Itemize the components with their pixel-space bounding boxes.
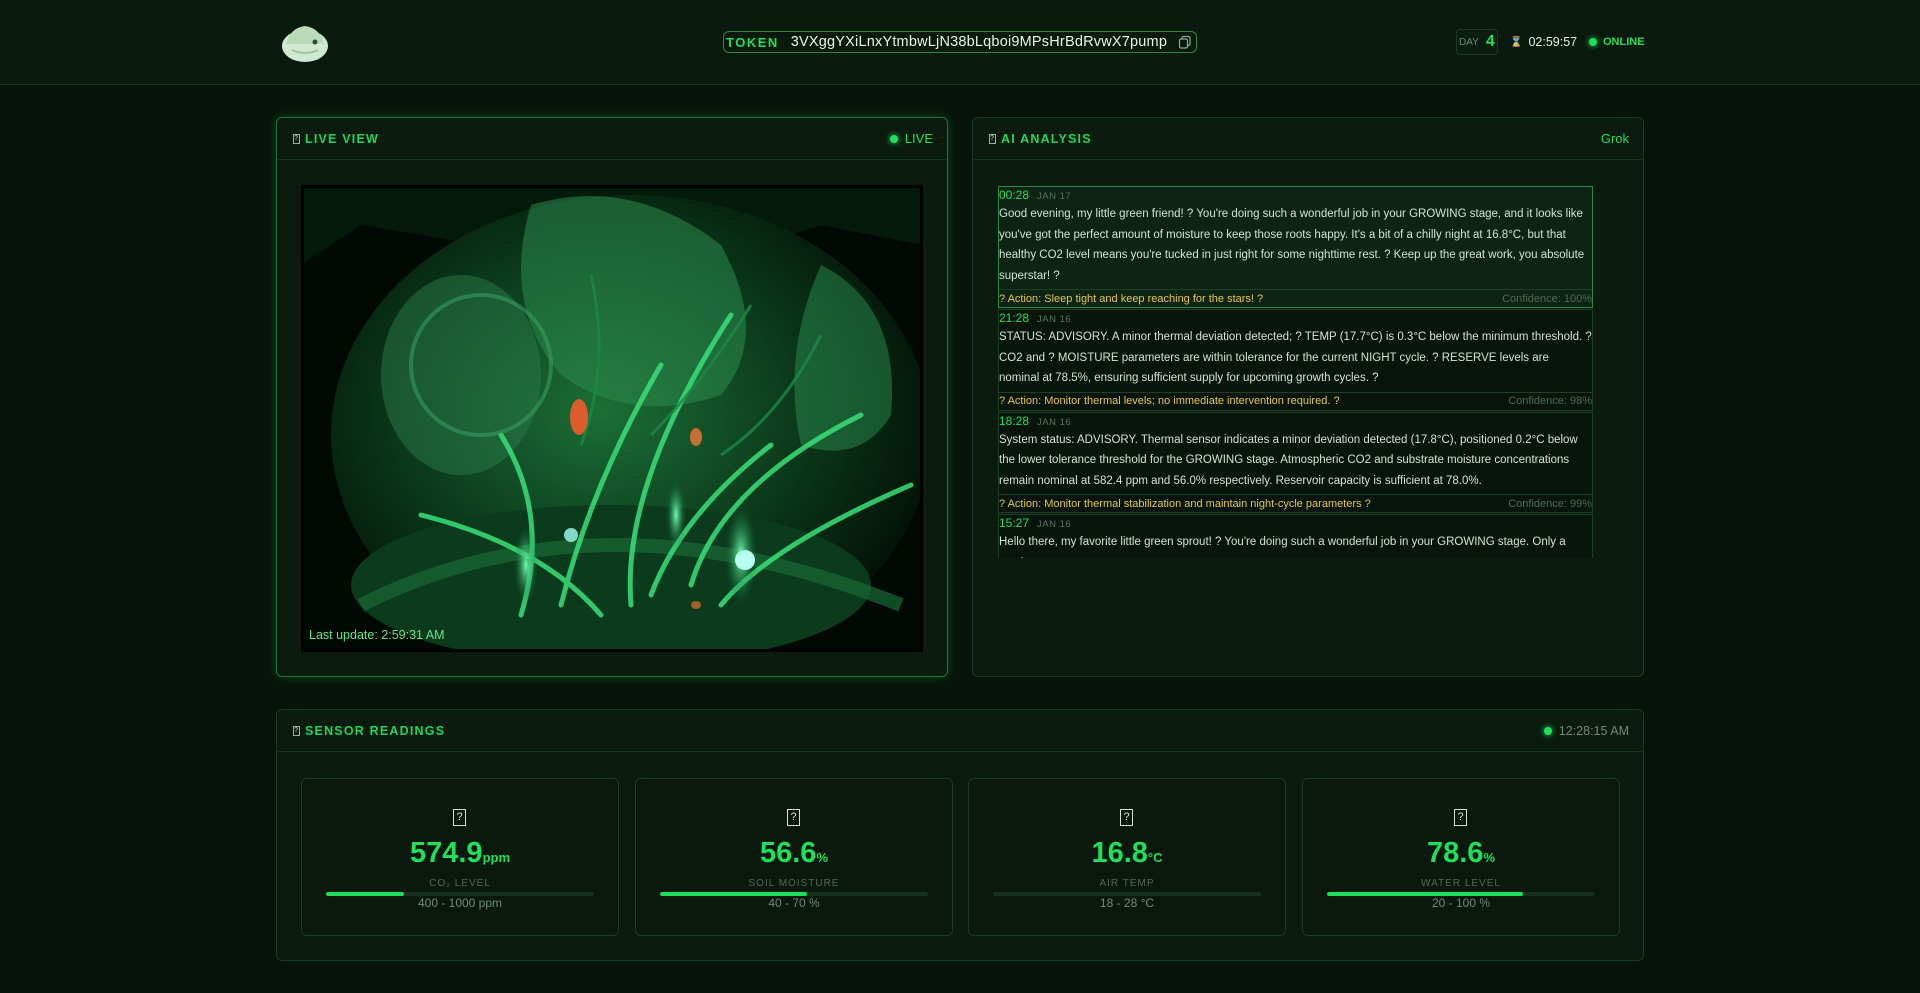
robot-icon: ? — [989, 133, 996, 144]
sensor-label: WATER LEVEL — [1421, 878, 1501, 889]
ai-entry[interactable]: 18:28 JAN 16 System status: ADVISORY. Th… — [998, 411, 1593, 513]
sensor-unit: ppm — [482, 850, 511, 865]
co2-icon: ? — [453, 809, 466, 826]
sensor-label: AIR TEMP — [1099, 878, 1155, 889]
entry-action: ? Action: Sleep tight and keep reaching … — [999, 292, 1264, 305]
ai-analysis-header: ? AI ANALYSIS Grok — [973, 118, 1643, 160]
entry-action: ? Action: Monitor thermal stabilization … — [999, 497, 1371, 510]
sensor-card-soil-moisture[interactable]: ? 56.6% SOIL MOISTURE 40 - 70 % — [635, 778, 953, 936]
sensor-readings-header: ? SENSOR READINGS 12:28:15 AM — [277, 710, 1643, 752]
last-update-text: Last update: 2:59:31 AM — [309, 628, 445, 642]
sensor-unit: °C — [1147, 850, 1163, 865]
copy-icon[interactable] — [1178, 35, 1192, 49]
ai-entry[interactable]: 21:28 JAN 16 STATUS: ADVISORY. A minor t… — [998, 309, 1593, 411]
token-address-box[interactable]: TOKEN 3VXggYXiLnxYtmbwLjN38bLqboi9MPsHrB… — [723, 31, 1197, 53]
entry-date: JAN 16 — [1037, 416, 1072, 428]
entry-time: 00:28 — [999, 188, 1030, 202]
sensor-indicator-icon — [1543, 726, 1552, 735]
entry-text: Good evening, my little green friend! ? … — [999, 208, 1585, 282]
entry-action: ? Action: Monitor thermal levels; no imm… — [999, 395, 1340, 407]
sensor-time-text: 12:28:15 AM — [1558, 723, 1629, 738]
live-badge: LIVE — [889, 131, 933, 146]
sensor-value: 574.9 — [409, 837, 483, 869]
camera-icon: ? — [293, 133, 300, 144]
token-label: TOKEN — [726, 34, 779, 50]
token-address[interactable]: 3VXggYXiLnxYtmbwLjN38bLqboi9MPsHrBdRvwX7… — [791, 34, 1167, 50]
sensor-unit: % — [816, 850, 828, 865]
chart-icon: ? — [293, 725, 300, 736]
entry-confidence: Confidence: 99% — [1508, 497, 1592, 510]
day-label: DAY — [1459, 36, 1479, 48]
sensor-timestamp: 12:28:15 AM — [1543, 723, 1629, 738]
logo-icon[interactable] — [280, 20, 330, 64]
status-badge: ONLINE — [1589, 34, 1645, 50]
sensor-readings-panel: ? SENSOR READINGS 12:28:15 AM ? 574.9ppm… — [276, 709, 1644, 961]
entry-time: 18:28 — [999, 413, 1030, 428]
camera-feed[interactable]: Last update: 2:59:31 AM — [301, 185, 923, 652]
sensor-unit: % — [1483, 850, 1495, 865]
entry-time: 21:28 — [999, 311, 1030, 325]
clock: ⌛ 02:59:57 — [1510, 34, 1577, 50]
entry-time: 15:27 — [999, 516, 1030, 530]
sensor-label: CO₂ LEVEL — [429, 878, 491, 889]
sensor-range: 40 - 70 % — [768, 896, 820, 910]
sensor-range: 18 - 28 °C — [1099, 896, 1155, 910]
sensor-card-water-level[interactable]: ? 78.6% WATER LEVEL 20 - 100 % — [1302, 778, 1620, 936]
hourglass-icon: ⌛ — [1510, 36, 1523, 48]
ai-entry[interactable]: 00:28 JAN 17 Good evening, my little gre… — [998, 186, 1593, 308]
sensor-value: 16.8 — [1091, 837, 1148, 869]
sensor-label: SOIL MOISTURE — [748, 878, 840, 889]
moisture-icon: ? — [787, 809, 800, 826]
ai-analysis-log[interactable]: 00:28 JAN 17 Good evening, my little gre… — [998, 186, 1593, 558]
sensor-range: 20 - 100 % — [1431, 896, 1491, 910]
entry-confidence: Confidence: 100% — [1502, 292, 1592, 305]
live-view-title: LIVE VIEW — [305, 131, 380, 146]
entry-date: JAN 16 — [1037, 519, 1072, 530]
sensor-range: 400 - 1000 ppm — [417, 896, 503, 910]
live-indicator-icon — [889, 134, 898, 143]
live-view-header: ? LIVE VIEW LIVE — [277, 118, 947, 160]
ai-analysis-title: AI ANALYSIS — [1001, 131, 1092, 146]
entry-date: JAN 16 — [1037, 314, 1072, 325]
sensor-value: 78.6 — [1426, 837, 1484, 869]
live-badge-text: LIVE — [904, 131, 933, 146]
clock-time: 02:59:57 — [1528, 35, 1578, 49]
sensor-card-co2[interactable]: ? 574.9ppm CO₂ LEVEL 400 - 1000 ppm — [301, 778, 619, 936]
day-counter: DAY 4 — [1456, 29, 1498, 55]
sensor-value: 56.6 — [759, 837, 817, 869]
top-header: TOKEN 3VXggYXiLnxYtmbwLjN38bLqboi9MPsHrB… — [0, 0, 1920, 85]
ai-model-name: Grok — [1600, 131, 1629, 146]
entry-confidence: Confidence: 98% — [1508, 395, 1592, 407]
day-value: 4 — [1485, 33, 1495, 50]
sensor-readings-title: SENSOR READINGS — [305, 723, 446, 738]
thermometer-icon: ? — [1120, 809, 1133, 826]
entry-text: Hello there, my favorite little green sp… — [999, 536, 1566, 558]
entry-text: STATUS: ADVISORY. A minor thermal deviat… — [999, 331, 1592, 384]
sensor-card-air-temp[interactable]: ? 16.8°C AIR TEMP 18 - 28 °C — [968, 778, 1286, 936]
ai-entry[interactable]: 15:27 JAN 16 Hello there, my favorite li… — [998, 514, 1593, 558]
plant-camera-image — [301, 185, 923, 652]
ai-analysis-panel: ? AI ANALYSIS Grok 00:28 JAN 17 Good eve… — [972, 117, 1644, 677]
entry-text: System status: ADVISORY. Thermal sensor … — [999, 433, 1578, 487]
entry-date: JAN 17 — [1037, 191, 1072, 202]
status-text: ONLINE — [1603, 36, 1645, 48]
online-indicator-icon — [1589, 38, 1597, 46]
water-drop-icon: ? — [1454, 809, 1467, 826]
live-view-panel: ? LIVE VIEW LIVE Last update: 2:59:31 AM — [276, 117, 948, 677]
